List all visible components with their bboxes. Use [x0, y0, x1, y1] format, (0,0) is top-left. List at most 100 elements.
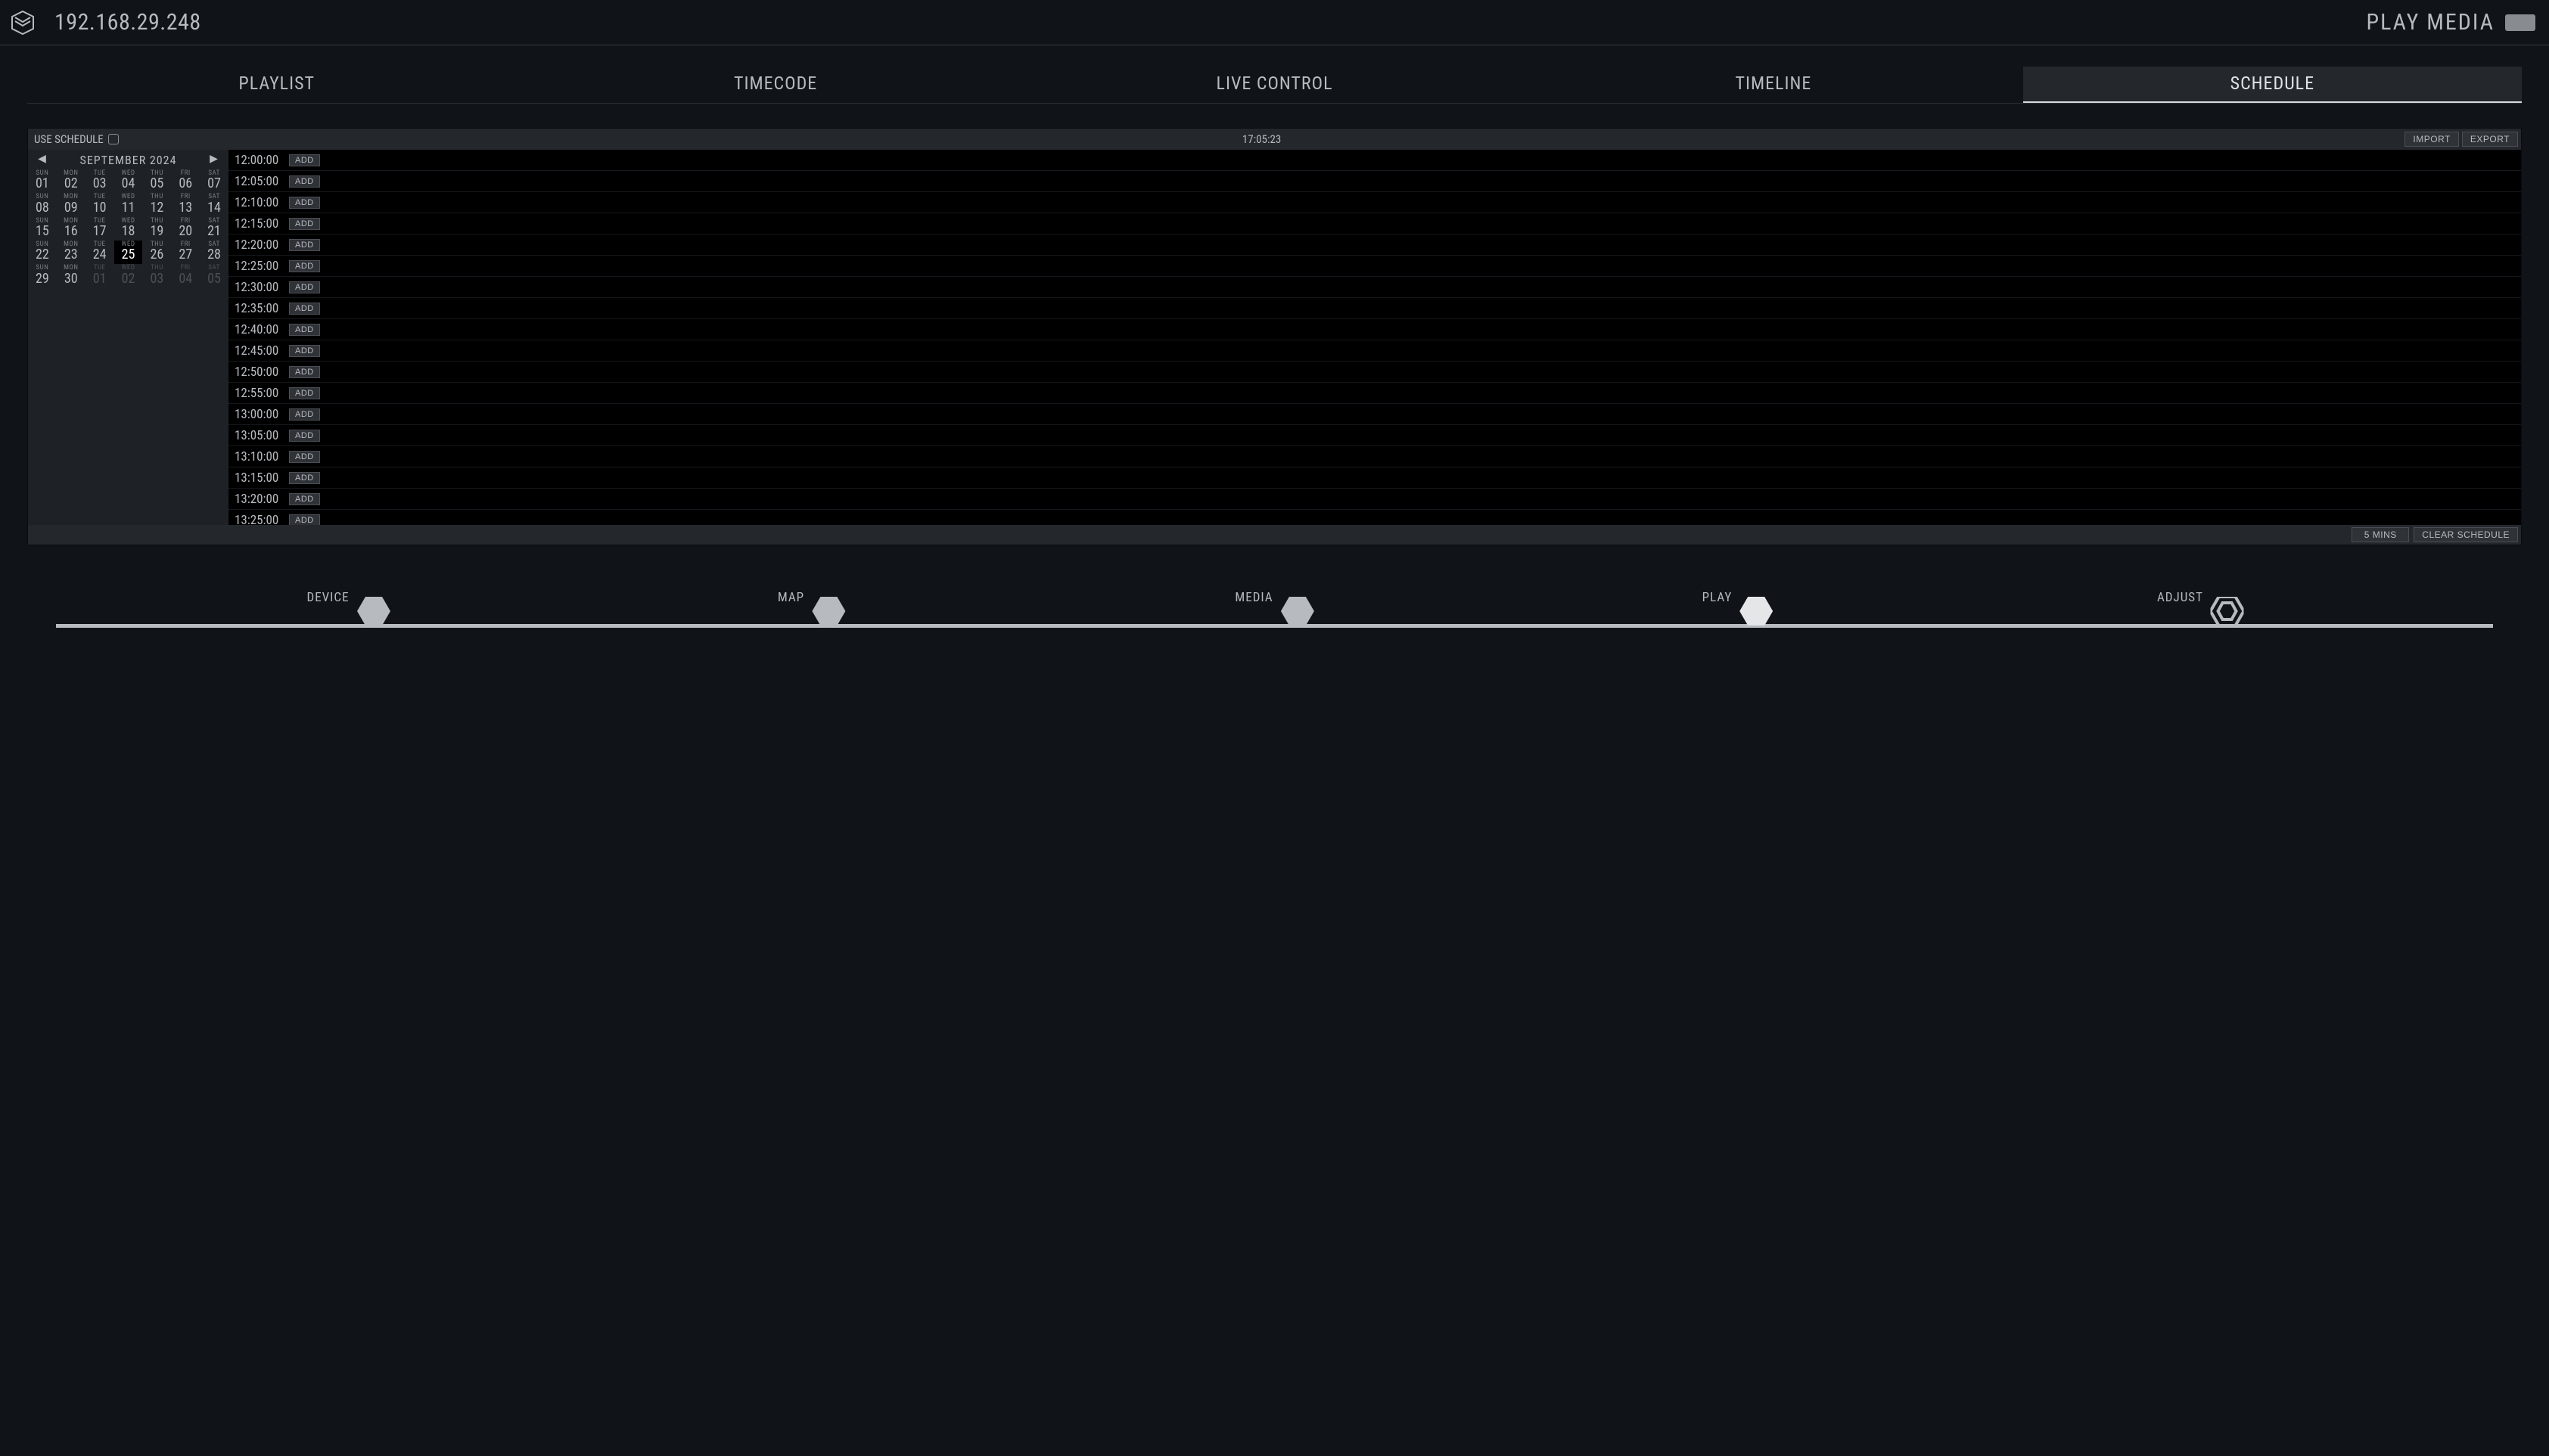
calendar-day[interactable]: FRI06: [171, 169, 200, 193]
interval-button[interactable]: 5 MINS: [2352, 527, 2409, 542]
slot-add-button[interactable]: ADD: [289, 472, 320, 484]
step-label: MAP: [778, 590, 804, 605]
calendar-day[interactable]: SUN15: [28, 217, 57, 241]
calendar-day[interactable]: TUE24: [85, 241, 114, 264]
time-slot-row: 13:05:00ADD: [228, 425, 2521, 446]
calendar-day[interactable]: MON30: [57, 264, 85, 287]
slot-time: 12:30:00: [235, 280, 289, 295]
calendar-day[interactable]: FRI04: [171, 264, 200, 287]
calendar-day[interactable]: MON16: [57, 217, 85, 241]
tab-live-control[interactable]: LIVE CONTROL: [1025, 67, 1524, 103]
time-slot-row: 12:00:00ADD: [228, 150, 2521, 171]
tab-playlist[interactable]: PLAYLIST: [27, 67, 526, 103]
calendar-day[interactable]: FRI27: [171, 241, 200, 264]
slot-add-button[interactable]: ADD: [289, 175, 320, 188]
slot-time: 12:50:00: [235, 365, 289, 380]
current-time: 17:05:23: [119, 132, 2405, 146]
import-button[interactable]: IMPORT: [2404, 132, 2458, 147]
step-label: MEDIA: [1235, 590, 1273, 605]
calendar-day[interactable]: THU19: [142, 217, 171, 241]
calendar-day[interactable]: FRI13: [171, 193, 200, 216]
calendar-day[interactable]: FRI20: [171, 217, 200, 241]
calendar-prev-icon[interactable]: ◀: [36, 153, 49, 165]
calendar-day[interactable]: THU05: [142, 169, 171, 193]
slot-add-button[interactable]: ADD: [289, 324, 320, 336]
calendar-day[interactable]: SUN01: [28, 169, 57, 193]
calendar-day[interactable]: TUE10: [85, 193, 114, 216]
slot-add-button[interactable]: ADD: [289, 387, 320, 399]
calendar-day[interactable]: TUE03: [85, 169, 114, 193]
slot-add-button[interactable]: ADD: [289, 239, 320, 251]
calendar-date: 02: [114, 272, 143, 287]
calendar-day[interactable]: SUN29: [28, 264, 57, 287]
calendar-date: 04: [171, 272, 200, 287]
slot-add-button[interactable]: ADD: [289, 514, 320, 526]
calendar-day[interactable]: SAT14: [200, 193, 228, 216]
step-map[interactable]: MAP: [778, 597, 845, 626]
clear-schedule-button[interactable]: CLEAR SCHEDULE: [2414, 527, 2518, 542]
calendar-day[interactable]: THU26: [142, 241, 171, 264]
calendar-day[interactable]: WED11: [114, 193, 143, 216]
time-slot-row: 12:35:00ADD: [228, 298, 2521, 319]
calendar-day[interactable]: SAT05: [200, 264, 228, 287]
workflow-steps: DEVICE MAP MEDIA PLAY ADJUST: [56, 597, 2493, 642]
slot-add-button[interactable]: ADD: [289, 197, 320, 209]
export-button[interactable]: EXPORT: [2462, 132, 2518, 147]
time-slot-row: 12:05:00ADD: [228, 171, 2521, 192]
slot-add-button[interactable]: ADD: [289, 493, 320, 505]
calendar-day[interactable]: MON02: [57, 169, 85, 193]
step-adjust[interactable]: ADJUST: [2157, 597, 2244, 626]
calendar-day[interactable]: MON23: [57, 241, 85, 264]
tab-timecode[interactable]: TIMECODE: [526, 67, 1024, 103]
calendar-date: 03: [85, 177, 114, 191]
time-slot-row: 13:10:00ADD: [228, 446, 2521, 467]
slot-add-button[interactable]: ADD: [289, 218, 320, 230]
calendar-day[interactable]: SAT07: [200, 169, 228, 193]
tab-timeline[interactable]: TIMELINE: [1524, 67, 2022, 103]
calendar-day[interactable]: WED02: [114, 264, 143, 287]
calendar: ◀ SEPTEMBER 2024 ▶ SUN01MON02TUE03WED04T…: [28, 150, 228, 525]
calendar-day[interactable]: WED25: [114, 241, 143, 264]
slot-add-button[interactable]: ADD: [289, 154, 320, 166]
hexagon-icon: [1281, 597, 1314, 626]
slot-add-button[interactable]: ADD: [289, 366, 320, 378]
calendar-date: 04: [114, 177, 143, 191]
slot-add-button[interactable]: ADD: [289, 303, 320, 315]
battery-icon: [2505, 14, 2535, 31]
calendar-day[interactable]: WED18: [114, 217, 143, 241]
slot-time: 12:40:00: [235, 322, 289, 337]
calendar-day[interactable]: THU12: [142, 193, 171, 216]
calendar-day[interactable]: TUE17: [85, 217, 114, 241]
step-device[interactable]: DEVICE: [307, 597, 390, 626]
calendar-date: 20: [171, 225, 200, 239]
calendar-day[interactable]: SUN08: [28, 193, 57, 216]
step-media[interactable]: MEDIA: [1235, 597, 1313, 626]
calendar-next-icon[interactable]: ▶: [207, 153, 221, 165]
header-bar: 192.168.29.248 PLAY MEDIA: [0, 0, 2549, 45]
calendar-date: 11: [114, 201, 143, 216]
calendar-day[interactable]: SAT21: [200, 217, 228, 241]
calendar-day[interactable]: MON09: [57, 193, 85, 216]
slot-add-button[interactable]: ADD: [289, 281, 320, 293]
time-slot-row: 12:25:00ADD: [228, 256, 2521, 277]
calendar-date: 24: [85, 248, 114, 262]
calendar-day[interactable]: THU03: [142, 264, 171, 287]
slot-add-button[interactable]: ADD: [289, 430, 320, 442]
hexagon-icon: [1739, 597, 1773, 626]
tab-bar: PLAYLISTTIMECODELIVE CONTROLTIMELINESCHE…: [27, 67, 2522, 104]
hexagon-icon: [357, 597, 390, 626]
calendar-day[interactable]: SUN22: [28, 241, 57, 264]
calendar-day[interactable]: TUE01: [85, 264, 114, 287]
use-schedule-checkbox[interactable]: [108, 134, 119, 144]
time-slot-row: 12:30:00ADD: [228, 277, 2521, 298]
step-play[interactable]: PLAY: [1702, 597, 1773, 626]
slot-time: 12:35:00: [235, 301, 289, 316]
calendar-date: 03: [142, 272, 171, 287]
slot-add-button[interactable]: ADD: [289, 260, 320, 272]
tab-schedule[interactable]: SCHEDULE: [2023, 67, 2522, 103]
calendar-day[interactable]: SAT28: [200, 241, 228, 264]
slot-add-button[interactable]: ADD: [289, 451, 320, 463]
calendar-day[interactable]: WED04: [114, 169, 143, 193]
slot-add-button[interactable]: ADD: [289, 408, 320, 421]
slot-add-button[interactable]: ADD: [289, 345, 320, 357]
